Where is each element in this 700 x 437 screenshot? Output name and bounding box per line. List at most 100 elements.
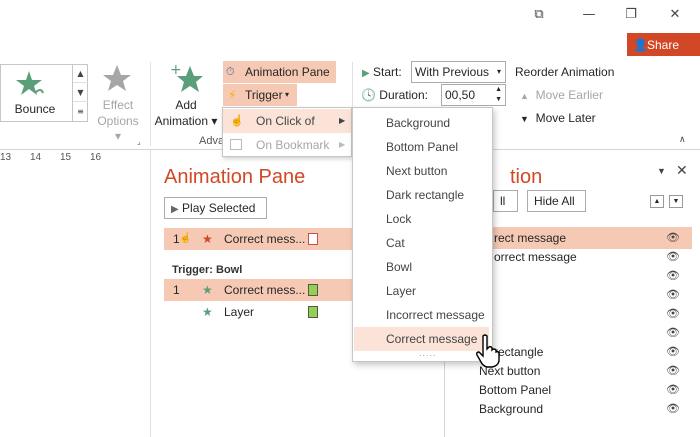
play-selected-button[interactable]: ▶ Play Selected — [164, 197, 267, 219]
timing-box — [308, 233, 318, 245]
title-bar: ⧉ — ❐ ✕ — [0, 0, 700, 32]
ruler-tick: 14 — [30, 152, 42, 163]
menu-item-on-click-of[interactable]: ☝ On Click of ▶ — [223, 109, 351, 133]
move-down-icon: ▼ — [520, 114, 529, 124]
submenu-item[interactable]: Layer — [353, 279, 492, 303]
trigger-label: Trigger — [245, 88, 283, 102]
minimize-button[interactable]: — — [578, 6, 600, 24]
restore-button[interactable]: ❐ — [620, 6, 642, 24]
star-icon: ★ — [202, 232, 213, 246]
hide-all-button[interactable]: Hide All — [527, 190, 586, 212]
animation-pane-title: Animation Pane — [164, 166, 306, 188]
add-animation-label-1: Add — [175, 98, 197, 112]
group-separator — [150, 62, 151, 146]
slide-area — [0, 150, 150, 437]
chevron-down-icon: ▾ — [496, 67, 501, 76]
share-button[interactable]: 👤 Share — [627, 33, 700, 57]
menu-item-label: On Click of — [256, 114, 315, 128]
hand-cursor-icon — [476, 334, 500, 368]
timing-box — [308, 284, 318, 296]
row-name: Layer — [224, 305, 255, 319]
gallery-down-icon[interactable]: ▼ — [73, 83, 88, 102]
move-up-icon: ▲ — [520, 91, 529, 101]
row-name: Correct mess... — [224, 232, 306, 246]
selection-item[interactable]: Background 👁 — [470, 398, 692, 420]
submenu-item[interactable]: Dark rectangle — [353, 183, 492, 207]
effect-star-icon — [103, 65, 131, 91]
menu-item-on-bookmark[interactable]: On Bookmark ▶ — [223, 133, 351, 157]
animation-row[interactable]: 1 ★ Correct mess... — [164, 279, 354, 301]
svg-text:+: + — [170, 62, 182, 78]
effect-options-button[interactable]: Effect Options ▾ — [96, 62, 140, 143]
submenu-item[interactable]: Background — [353, 111, 492, 135]
submenu-item[interactable]: Next button — [353, 159, 492, 183]
click-hand-icon: ☝ — [230, 115, 244, 127]
play-icon: ▶ — [171, 204, 179, 215]
duration-label: 🕓 Duration: — [361, 88, 428, 102]
spin-down-icon[interactable]: ▼ — [495, 90, 502, 110]
show-all-button[interactable]: ll — [493, 190, 518, 212]
pane-options-icon[interactable]: ▼ — [657, 166, 666, 176]
ribbon-display-options-icon[interactable]: ⧉ — [528, 6, 550, 24]
effect-options-label-1: Effect — [102, 98, 134, 112]
trigger-dropdown-icon: ▾ — [285, 90, 290, 99]
bring-forward-icon[interactable]: ▲ — [650, 195, 664, 208]
add-animation-button[interactable]: + Add Animation ▾ — [154, 62, 218, 132]
send-backward-icon[interactable]: ▼ — [669, 195, 683, 208]
submenu-item[interactable]: Incorrect message — [353, 303, 492, 327]
start-select[interactable]: With Previous ▾ — [411, 61, 506, 83]
ruler-tick: 16 — [90, 152, 102, 163]
dialog-launcher-icon[interactable]: ⌟ — [137, 137, 141, 146]
ruler-tick: 15 — [60, 152, 72, 163]
trigger-heading: Trigger: Bowl — [172, 264, 243, 276]
star-icon: ★ — [202, 283, 213, 297]
close-window-button[interactable]: ✕ — [664, 6, 686, 24]
row-name: Correct mess... — [224, 283, 306, 297]
ruler-tick: 13 — [0, 152, 12, 163]
collapse-ribbon-icon[interactable]: ∧ — [679, 134, 686, 145]
duration-input[interactable]: 00,50 ▲ ▼ — [441, 84, 506, 106]
selection-item-label: Background — [479, 402, 544, 416]
group-separator-2 — [352, 62, 353, 112]
star-icon: ★ — [202, 305, 213, 319]
animation-row[interactable]: 1 ☝ ★ Correct mess... — [164, 228, 354, 250]
close-pane-icon[interactable]: ✕ — [676, 163, 688, 179]
submenu-item[interactable]: Bottom Panel — [353, 135, 492, 159]
animation-pane-icon: ⏱ — [226, 65, 235, 78]
click-of-submenu: Background Bottom Panel Next button Dark… — [352, 107, 493, 362]
move-earlier-button[interactable]: ▲ Move Earlier — [520, 84, 603, 106]
submenu-more-icon[interactable]: ..... — [419, 348, 437, 358]
lightning-icon: ⚡ — [228, 88, 237, 102]
gallery-more-icon[interactable]: ≡ — [73, 102, 88, 121]
effect-options-label-2: Options ▾ — [97, 114, 139, 143]
trigger-button[interactable]: ⚡ Trigger ▾ — [223, 84, 297, 106]
gallery-up-icon[interactable]: ▲ — [73, 64, 88, 83]
person-icon: 👤 — [633, 38, 648, 52]
click-hand-icon: ☝ — [179, 233, 192, 244]
trigger-menu: ☝ On Click of ▶ On Bookmark ▶ — [222, 107, 352, 157]
play-icon: ▶ — [362, 68, 370, 79]
row-number: 1 — [173, 283, 180, 297]
submenu-item[interactable]: Cat — [353, 231, 492, 255]
duration-value: 00,50 — [445, 88, 476, 102]
start-value: With Previous — [415, 65, 490, 79]
selection-pane-title: tion — [510, 166, 543, 188]
bookmark-icon — [230, 139, 242, 150]
eye-icon: 👁 — [666, 402, 680, 415]
add-animation-label-2: Animation ▾ — [154, 114, 218, 128]
gallery-scroll: ▲ ▼ ≡ — [72, 64, 88, 122]
hide-all-label: Hide All — [534, 194, 575, 208]
reorder-label: Reorder Animation — [515, 65, 615, 79]
submenu-arrow-icon: ▶ — [339, 116, 346, 125]
animation-row[interactable]: ★ Layer — [164, 301, 354, 323]
submenu-item[interactable]: Lock — [353, 207, 492, 231]
clock-icon: 🕓 — [361, 88, 376, 102]
bounce-star-icon — [16, 71, 44, 95]
submenu-item[interactable]: Bowl — [353, 255, 492, 279]
share-label: Share — [647, 38, 680, 52]
animation-pane-label: Animation Pane — [245, 65, 330, 79]
start-label: ▶ Start: — [362, 65, 402, 79]
add-animation-star-icon: + — [170, 62, 203, 92]
move-later-button[interactable]: ▼ Move Later — [520, 107, 596, 129]
animation-pane-button[interactable]: ⏱ Animation Pane — [223, 61, 336, 83]
